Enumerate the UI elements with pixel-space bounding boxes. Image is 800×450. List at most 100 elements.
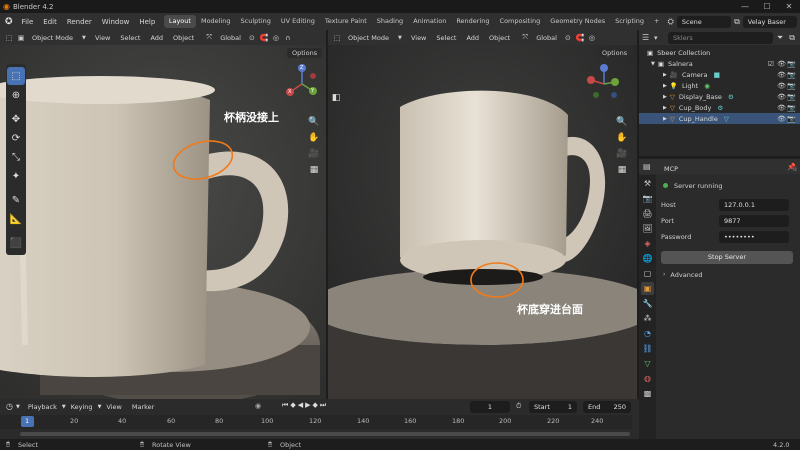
mcp-panel-header[interactable]: MCP ⁞⁞	[657, 162, 797, 175]
tab-scripting[interactable]: Scripting	[610, 15, 649, 28]
view-layer-selector[interactable]: Velay Baser	[742, 15, 797, 28]
camera-view-icon[interactable]: 🎥	[614, 146, 630, 162]
outliner-root[interactable]: ▣ Sbeer Collection	[639, 47, 800, 58]
outliner-item-camera[interactable]: ▶ 🎥 Camera ■ 👁 📷	[639, 69, 800, 80]
menu-object[interactable]: Object	[168, 34, 199, 42]
editor-type-icon[interactable]: ⬚	[3, 32, 15, 44]
particles-tab-icon[interactable]: ⁂	[641, 312, 654, 325]
modifier-tab-icon[interactable]: 🔧	[641, 297, 654, 310]
outliner-search-input[interactable]: Sklers	[668, 31, 773, 44]
outliner-item-cup-handle[interactable]: ▶ ▽ Cup_Handle ▽ 👁 📷	[639, 113, 800, 124]
tab-rendering[interactable]: Rendering	[451, 15, 494, 28]
stop-server-button[interactable]: Stop Server	[661, 251, 793, 264]
scene-tab-icon[interactable]: ◈	[641, 237, 654, 250]
rotate-tool[interactable]: ⟳	[7, 129, 25, 147]
menu-select[interactable]: Select	[431, 34, 461, 42]
options-button-left[interactable]: Options	[287, 48, 323, 58]
camera-render-icon[interactable]: 📷	[787, 115, 796, 123]
filter-icon[interactable]: ⏷	[773, 33, 787, 43]
viewport-left[interactable]: ⬚ ▣ Object Mode ▼ View Select Add Object…	[0, 30, 326, 399]
snap-icon[interactable]: 🧲	[258, 32, 270, 44]
object-tab-icon[interactable]: ▣	[641, 282, 654, 295]
data-tab-icon[interactable]: ▽	[641, 357, 654, 370]
transform-orientation-dropdown[interactable]: Global	[531, 34, 562, 42]
pivot-icon[interactable]: ⊙	[562, 32, 574, 44]
world-tab-icon[interactable]: 🌐	[641, 252, 654, 265]
stopwatch-icon[interactable]: ⏱	[516, 402, 521, 411]
jump-start-icon[interactable]: ⏮	[282, 401, 288, 410]
object-mode-dropdown[interactable]: Object Mode	[27, 34, 78, 42]
close-button[interactable]: ✕	[778, 0, 800, 13]
camera-view-icon[interactable]: 🎥	[306, 146, 322, 162]
expand-icon[interactable]: ▶	[663, 116, 667, 122]
outliner-editor-icon[interactable]: ☰	[642, 33, 654, 42]
right-viewport-tools-icon[interactable]: ◧	[328, 90, 344, 106]
auto-keying-button[interactable]: ◉	[255, 402, 261, 410]
menu-marker[interactable]: Marker	[127, 403, 159, 411]
pivot-icon[interactable]: ⊙	[246, 32, 258, 44]
select-box-tool[interactable]: ⬚	[7, 67, 25, 85]
tab-sculpting[interactable]: Sculpting	[236, 15, 276, 28]
menu-object[interactable]: Object	[484, 34, 515, 42]
menu-add[interactable]: Add	[461, 34, 484, 42]
expand-icon[interactable]: ▶	[663, 105, 667, 111]
move-tool[interactable]: ✥	[7, 110, 25, 128]
properties-editor-icon[interactable]: ▤	[643, 162, 651, 171]
expand-icon[interactable]: ▶	[663, 94, 667, 100]
collection-tab-icon[interactable]: ▢	[641, 267, 654, 280]
zoom-icon[interactable]: 🔍	[306, 114, 322, 130]
snap-icon[interactable]: 🧲	[574, 32, 586, 44]
eye-icon[interactable]: 👁	[777, 93, 786, 101]
camera-render-icon[interactable]: 📷	[787, 60, 796, 68]
scene-selector[interactable]: Scene	[676, 15, 732, 28]
camera-render-icon[interactable]: 📷	[787, 104, 796, 112]
timeline-ruler[interactable]: 1 20 40 60 80 100 120 140 160 180 200 22…	[0, 415, 632, 429]
perspective-grid-icon[interactable]: ▦	[306, 162, 322, 178]
cursor-tool[interactable]: ⊕	[7, 86, 25, 104]
zoom-icon[interactable]: 🔍	[614, 114, 630, 130]
tab-texture-paint[interactable]: Texture Paint	[320, 15, 372, 28]
physics-tab-icon[interactable]: ◔	[641, 327, 654, 340]
end-frame-field[interactable]: End 250	[583, 401, 631, 413]
menu-view[interactable]: View	[406, 34, 431, 42]
next-keyframe-icon[interactable]: ◆	[312, 401, 317, 410]
tab-geometry-nodes[interactable]: Geometry Nodes	[545, 15, 610, 28]
axis-gizmo-right[interactable]	[584, 62, 624, 104]
measure-tool[interactable]: 📐	[7, 210, 25, 228]
prev-keyframe-icon[interactable]: ◆	[290, 401, 295, 410]
proportional-icon[interactable]: ◎	[270, 32, 282, 44]
menu-render[interactable]: Render	[62, 18, 97, 26]
add-cube-tool[interactable]: ⬛	[7, 234, 25, 252]
tab-uv-editing[interactable]: UV Editing	[276, 15, 320, 28]
menu-view[interactable]: View	[90, 34, 115, 42]
timeline-editor-icon[interactable]: ◷	[0, 402, 16, 411]
tab-layout[interactable]: Layout	[163, 15, 196, 28]
perspective-grid-icon[interactable]: ▦	[614, 162, 630, 178]
eye-icon[interactable]: 👁	[777, 104, 786, 112]
menu-select[interactable]: Select	[115, 34, 145, 42]
tab-modeling[interactable]: Modeling	[196, 15, 236, 28]
advanced-section[interactable]: › Advanced	[657, 267, 797, 282]
view-layer-tab-icon[interactable]: 🖼	[641, 222, 654, 235]
eye-icon[interactable]: 👁	[777, 60, 786, 68]
port-input[interactable]: 9877	[719, 214, 789, 227]
tool-tab-icon[interactable]: ⚒	[641, 177, 654, 190]
play-reverse-icon[interactable]: ◀	[298, 401, 303, 410]
new-collection-icon[interactable]: ⧉	[787, 33, 797, 43]
menu-file[interactable]: File	[17, 18, 39, 26]
add-workspace-button[interactable]: +	[649, 15, 664, 28]
outliner-item-display-base[interactable]: ▶ ▽ Display_Base ⚙ 👁 📷	[639, 91, 800, 102]
timeline-scrollbar[interactable]	[20, 432, 630, 436]
expand-icon[interactable]: ▶	[663, 83, 667, 89]
camera-render-icon[interactable]: 📷	[787, 82, 796, 90]
menu-window[interactable]: Window	[97, 18, 135, 26]
annotate-tool[interactable]: ✎	[7, 191, 25, 209]
scale-tool[interactable]: ⤡	[7, 148, 25, 166]
texture-tab-icon[interactable]: ▩	[641, 387, 654, 400]
constraints-tab-icon[interactable]: ⛓	[641, 342, 654, 355]
transform-tool[interactable]: ✦	[7, 167, 25, 185]
menu-add[interactable]: Add	[145, 34, 168, 42]
tab-animation[interactable]: Animation	[408, 15, 451, 28]
expand-icon[interactable]: ▼	[651, 61, 655, 67]
checkbox-icon[interactable]: ☑	[768, 60, 774, 68]
